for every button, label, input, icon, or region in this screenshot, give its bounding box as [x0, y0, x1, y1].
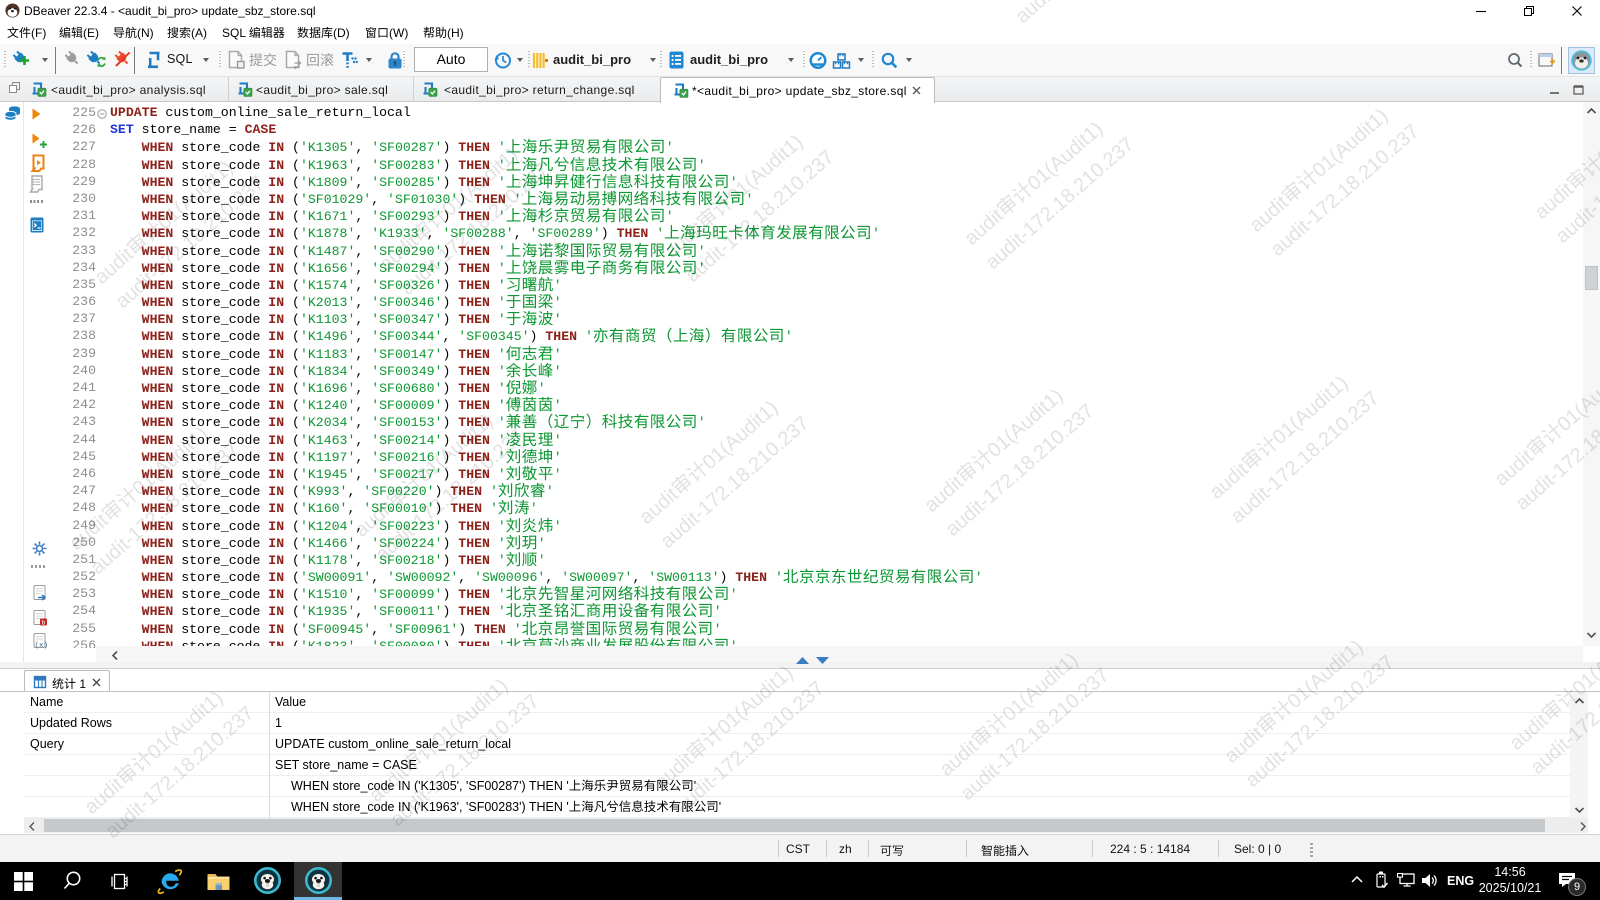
svg-text:(x): (x)	[35, 642, 49, 650]
svg-text:b: b	[42, 619, 46, 626]
